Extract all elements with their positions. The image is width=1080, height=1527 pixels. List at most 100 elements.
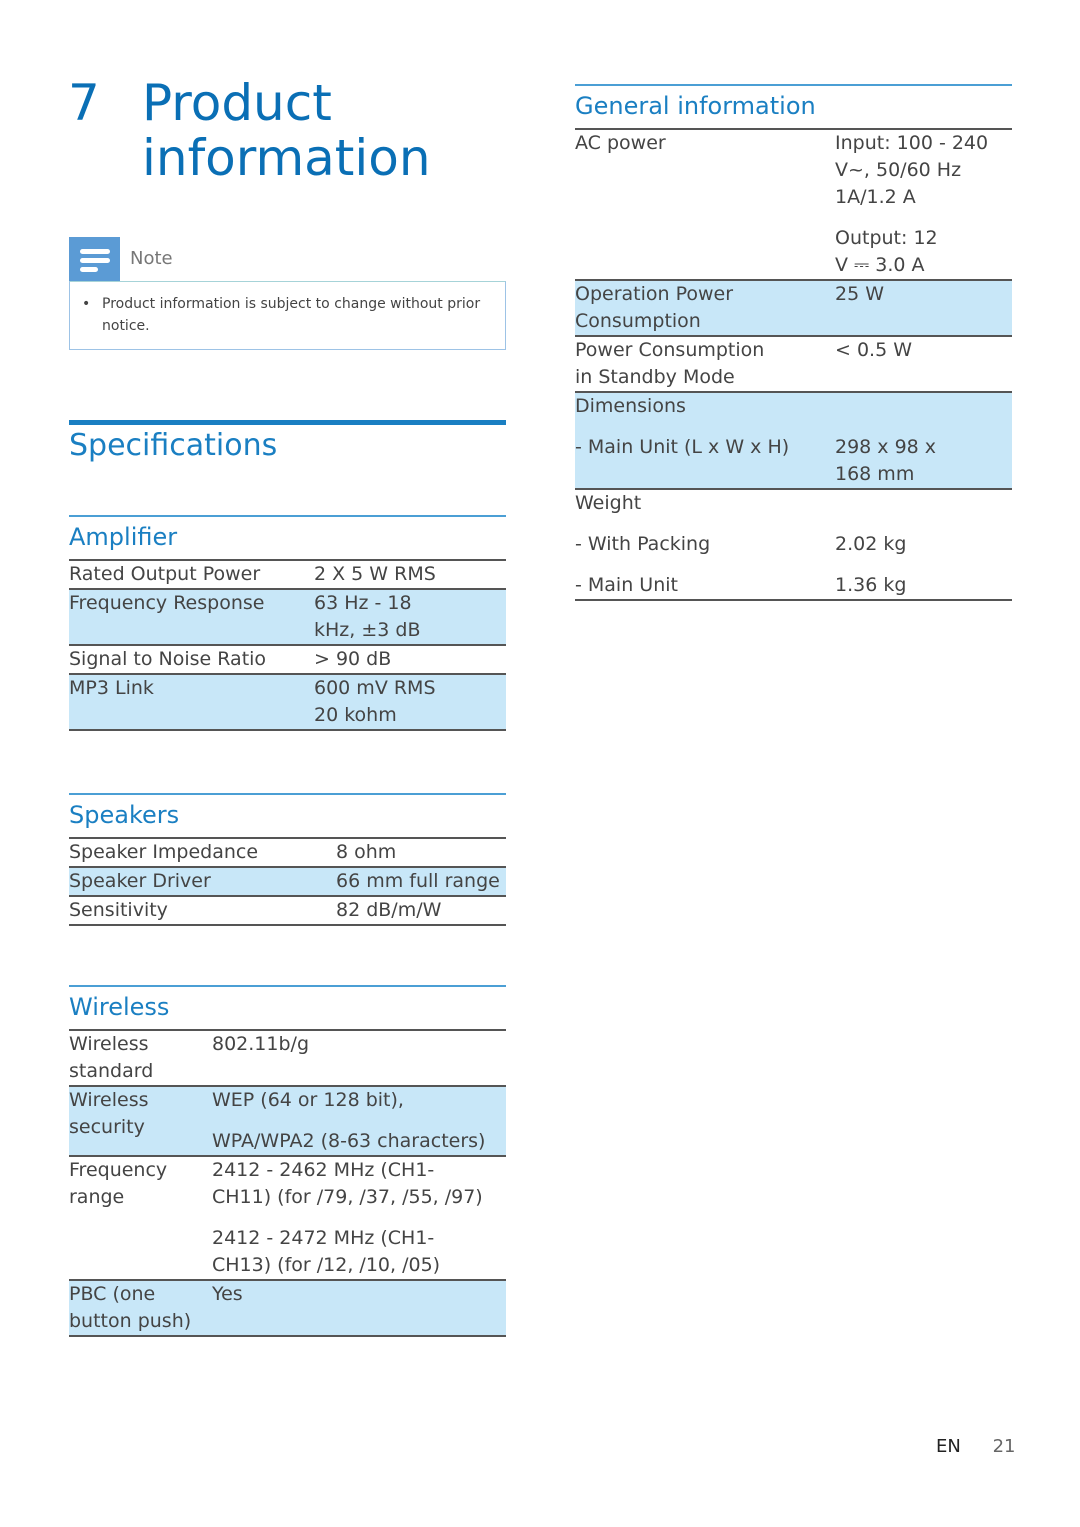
spec-label: Wireless security bbox=[69, 1087, 212, 1155]
spec-value-line: 2 X 5 W RMS bbox=[314, 563, 436, 585]
spec-label: Operation Power Consumption bbox=[575, 281, 835, 335]
spec-label-line: Consumption bbox=[575, 310, 701, 332]
spec-row: MP3 Link 600 mV RMS 20 kohm bbox=[69, 675, 506, 731]
spec-value-line: 25 W bbox=[835, 283, 885, 305]
spec-value: 63 Hz - 18 kHz, ±3 dB bbox=[314, 590, 506, 644]
spec-row: AC power Input: 100 - 240 V~, 50/60 Hz 1A/1… bbox=[575, 130, 1012, 281]
spec-value-line: CH11) (for /79, /37, /55, /97) bbox=[212, 1186, 483, 1208]
spec-value: WEP (64 or 128 bit), WPA/WPA2 (8-63 chara… bbox=[212, 1087, 506, 1155]
note-callout: Note • Product information is subject to… bbox=[69, 237, 506, 350]
spec-value-line: WPA/WPA2 (8-63 characters) bbox=[212, 1130, 486, 1152]
spec-label: MP3 Link bbox=[69, 675, 314, 729]
spec-row: Power Consumption in Standby Mode < 0.5 W bbox=[575, 337, 1012, 393]
spec-value-line: V ⎓ 3.0 A bbox=[835, 254, 925, 276]
spec-label-line: - Main Unit (L x W x H) bbox=[575, 436, 790, 458]
spec-value: 802.11b/g bbox=[212, 1031, 506, 1085]
spec-value-line: > 90 dB bbox=[314, 648, 392, 670]
spec-label-line: PBC (one bbox=[69, 1283, 156, 1305]
spec-value-line: 8 ohm bbox=[336, 841, 397, 863]
spec-value-line: WEP (64 or 128 bit), bbox=[212, 1089, 404, 1111]
spec-value: > 90 dB bbox=[314, 646, 506, 673]
spec-label: PBC (one button push) bbox=[69, 1281, 212, 1335]
spec-label: Signal to Noise Ratio bbox=[69, 646, 314, 673]
amplifier-table: Rated Output Power 2 X 5 W RMS Frequency R… bbox=[69, 559, 506, 731]
spec-value-line: Input: 100 - 240 bbox=[835, 132, 989, 154]
page-footer: EN 21 bbox=[936, 1436, 1015, 1457]
spec-value-line: 82 dB/m/W bbox=[336, 899, 442, 921]
spec-label-line: Wireless bbox=[69, 1089, 149, 1111]
spec-value-line: 2412 - 2462 MHz (CH1- bbox=[212, 1159, 435, 1181]
spec-value-line: 1.36 kg bbox=[835, 574, 907, 596]
spec-row: Frequency Response 63 Hz - 18 kHz, ±3 dB bbox=[69, 590, 506, 646]
spec-row: Rated Output Power 2 X 5 W RMS bbox=[69, 561, 506, 590]
note-text: Product information is subject to change… bbox=[102, 296, 481, 334]
spec-value-line: < 0.5 W bbox=[835, 339, 913, 361]
spec-label-line: Sensitivity bbox=[69, 899, 168, 921]
spec-value: Yes bbox=[212, 1281, 506, 1335]
spec-label-line: range bbox=[69, 1186, 125, 1208]
bullet: • bbox=[82, 296, 91, 312]
spec-label-line: Dimensions bbox=[575, 395, 686, 417]
spec-label: Frequency range bbox=[69, 1157, 212, 1279]
spec-label-line: Speaker Impedance bbox=[69, 841, 259, 863]
wireless-section: Wireless Wireless standard 802.11b/g Wirele… bbox=[69, 985, 506, 1337]
spec-row: Dimensions - Main Unit (L x W x H) 298 x… bbox=[575, 393, 1012, 490]
spec-value-line: 1A/1.2 A bbox=[835, 186, 916, 208]
spec-row: Weight - With Packing - Main Unit 2.02 k… bbox=[575, 490, 1012, 601]
spec-row: Wireless security WEP (64 or 128 bit), WPA/… bbox=[69, 1087, 506, 1157]
spec-value-line: 66 mm full range bbox=[336, 870, 500, 892]
spec-row: PBC (one button push) Yes bbox=[69, 1281, 506, 1337]
spec-value-line: 2412 - 2472 MHz (CH1- bbox=[212, 1227, 435, 1249]
spec-label: Power Consumption in Standby Mode bbox=[575, 337, 835, 391]
spec-value: 2412 - 2462 MHz (CH1- CH11) (for /79, /37… bbox=[212, 1157, 506, 1279]
spec-label-line: Weight bbox=[575, 492, 642, 514]
spec-value-line: V~, 50/60 Hz bbox=[835, 159, 962, 181]
spec-label-line: button push) bbox=[69, 1310, 192, 1332]
spec-row: Speaker Driver 66 mm full range bbox=[69, 868, 506, 897]
spec-value-line: 2.02 kg bbox=[835, 533, 907, 555]
specifications-rule bbox=[69, 420, 506, 425]
wireless-title: Wireless bbox=[69, 993, 170, 1021]
spec-value: Input: 100 - 240 V~, 50/60 Hz 1A/1.2 A Outp… bbox=[835, 130, 1012, 279]
note-label: Note bbox=[130, 248, 173, 269]
spec-label-line: Operation Power bbox=[575, 283, 734, 305]
spec-value: 2.02 kg 1.36 kg bbox=[835, 490, 1012, 599]
spec-row: Signal to Noise Ratio > 90 dB bbox=[69, 646, 506, 675]
speakers-section: Speakers Speaker Impedance 8 ohm Speaker D… bbox=[69, 793, 506, 926]
note-body: • Product information is subject to chan… bbox=[69, 281, 506, 350]
spec-row: Frequency range 2412 - 2462 MHz (CH1- CH11)… bbox=[69, 1157, 506, 1281]
spec-label: Speaker Driver bbox=[69, 868, 336, 895]
spec-value-line: 168 mm bbox=[835, 463, 915, 485]
spec-value: 82 dB/m/W bbox=[336, 897, 506, 924]
spec-value-line: Yes bbox=[212, 1283, 243, 1305]
chapter-title-line1: Product bbox=[142, 74, 332, 132]
general-information-title: General information bbox=[575, 92, 816, 120]
spec-label-line: Frequency Response bbox=[69, 592, 265, 614]
spec-value-line: kHz, ±3 dB bbox=[314, 619, 421, 641]
spec-value-line bbox=[835, 490, 1012, 517]
spec-value-line: 600 mV RMS bbox=[314, 677, 436, 699]
spec-label-line: Frequency bbox=[69, 1159, 168, 1181]
spec-label: Dimensions - Main Unit (L x W x H) bbox=[575, 393, 835, 488]
amplifier-title: Amplifier bbox=[69, 523, 178, 551]
general-information-table: AC power Input: 100 - 240 V~, 50/60 Hz 1A/1… bbox=[575, 128, 1012, 601]
spec-value-line: CH13) (for /12, /10, /05) bbox=[212, 1254, 441, 1276]
spec-label: Weight - With Packing - Main Unit bbox=[575, 490, 835, 599]
chapter-number: 7 bbox=[68, 74, 100, 132]
spec-label-line: Rated Output Power bbox=[69, 563, 261, 585]
chapter-title: Product information bbox=[142, 76, 542, 186]
spec-label-line: in Standby Mode bbox=[575, 366, 735, 388]
chapter-title-line2: information bbox=[142, 129, 431, 187]
spec-label-line: - With Packing bbox=[575, 533, 711, 555]
language-code: EN bbox=[936, 1436, 961, 1457]
spec-row: Sensitivity 82 dB/m/W bbox=[69, 897, 506, 926]
spec-label-line: Power Consumption bbox=[575, 339, 765, 361]
spec-value: 8 ohm bbox=[336, 839, 506, 866]
spec-label-line: Wireless bbox=[69, 1033, 149, 1055]
spec-label-line: MP3 Link bbox=[69, 677, 154, 699]
amplifier-section: Amplifier Rated Output Power 2 X 5 W RMS F… bbox=[69, 515, 506, 731]
spec-row: Speaker Impedance 8 ohm bbox=[69, 839, 506, 868]
wireless-table: Wireless standard 802.11b/g Wireless securit… bbox=[69, 1029, 506, 1337]
spec-label: Speaker Impedance bbox=[69, 839, 336, 866]
spec-label-line: - Main Unit bbox=[575, 574, 678, 596]
